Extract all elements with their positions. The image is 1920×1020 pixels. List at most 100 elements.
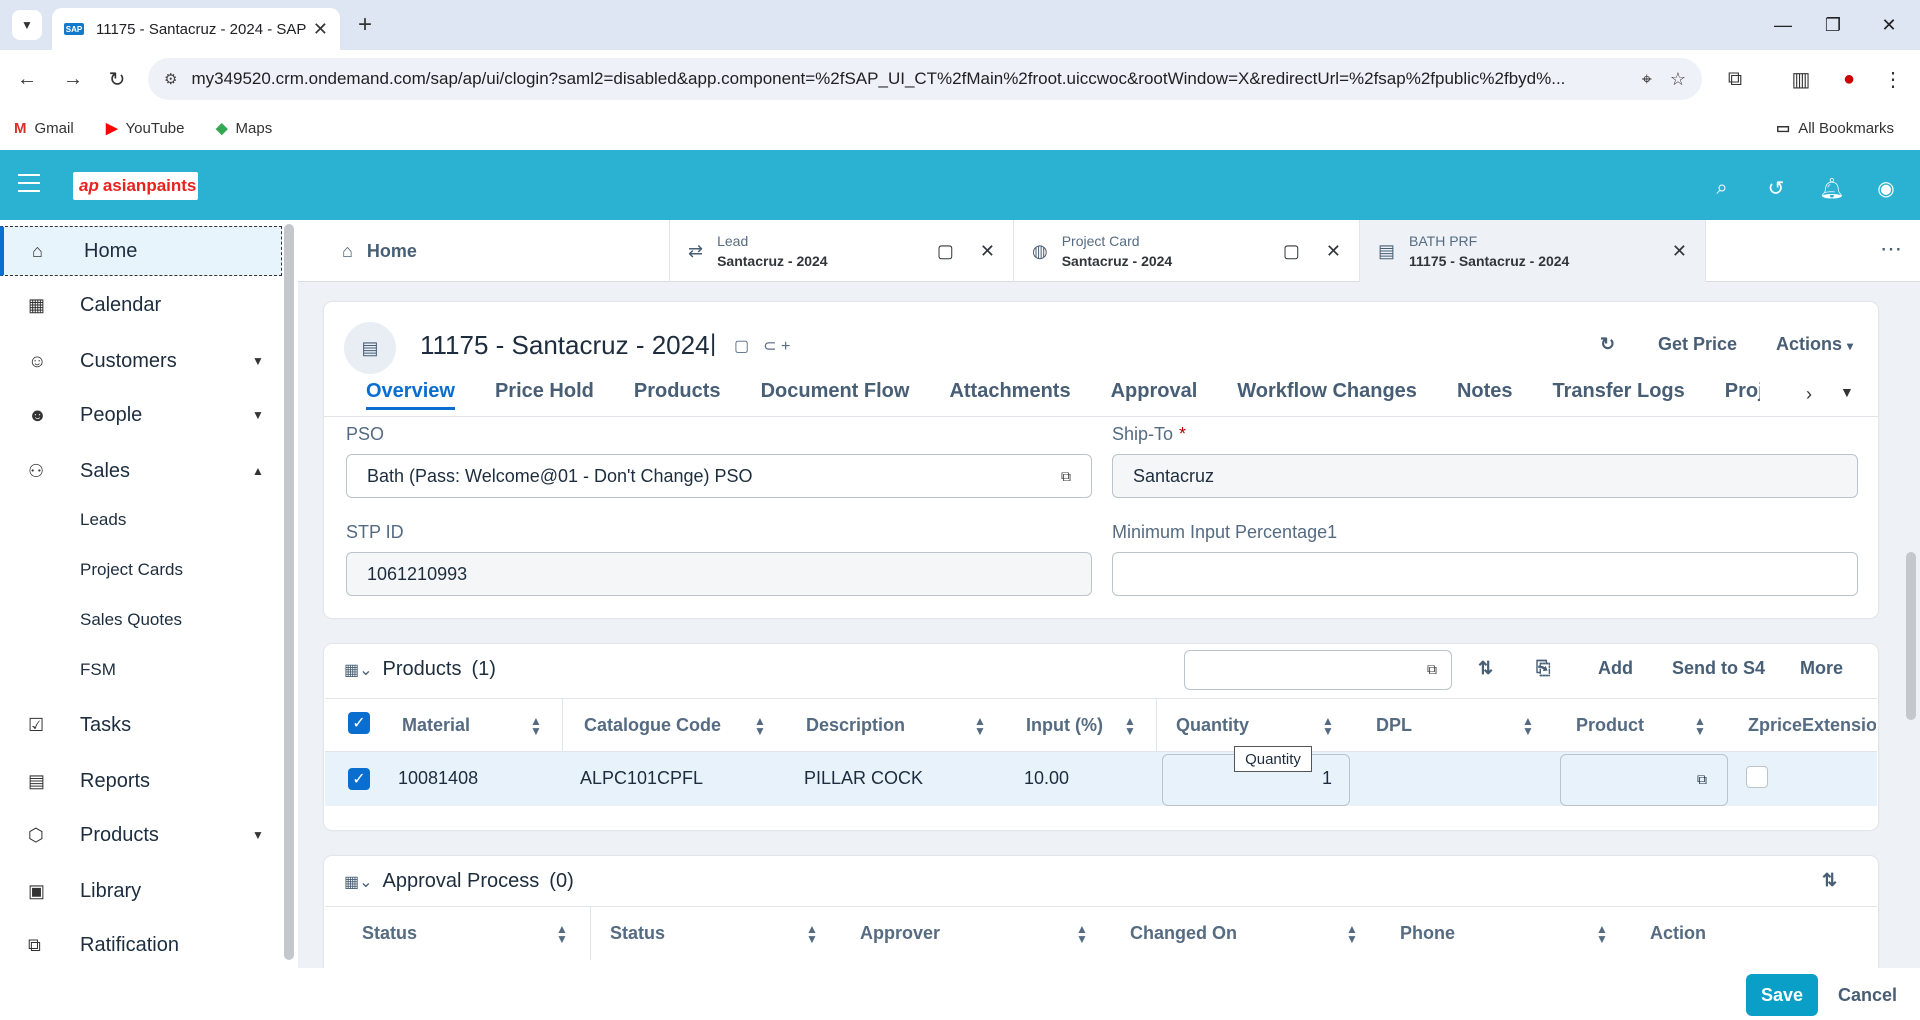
col-action[interactable]: Action	[1650, 906, 1706, 960]
sort-icon[interactable]: ⇅	[1478, 658, 1493, 679]
tab-products[interactable]: Products	[634, 380, 721, 410]
more-tabs-icon[interactable]: ⋯	[1880, 236, 1902, 262]
bookmark-star-icon[interactable]: ☆	[1670, 69, 1686, 90]
tab-document-flow[interactable]: Document Flow	[761, 380, 910, 410]
history-icon[interactable]: ↺	[1762, 174, 1790, 202]
chevron-down-icon[interactable]: ▼	[252, 354, 282, 368]
address-bar[interactable]: ⚙ my349520.crm.ondemand.com/sap/ap/ui/cl…	[148, 58, 1702, 100]
sort-icon[interactable]: ▲ ▼	[1124, 715, 1136, 737]
bookmark-gmail[interactable]: M Gmail	[14, 116, 74, 140]
sort-icon[interactable]: ▲ ▼	[530, 715, 542, 737]
worktab-home[interactable]: ⌂ Home	[324, 220, 670, 282]
worktab-lead[interactable]: ⇄ Lead Santacruz - 2024 ▢ ✕	[670, 220, 1014, 282]
tab-price-hold[interactable]: Price Hold	[495, 380, 594, 410]
col-changed-on[interactable]: Changed On	[1130, 906, 1237, 960]
worktab-bath-prf[interactable]: ▤ BATH PRF 11175 - Santacruz - 2024 ✕	[1360, 220, 1706, 282]
pso-field[interactable]: Bath (Pass: Welcome@01 - Don't Change) P…	[346, 454, 1092, 498]
minimize-icon[interactable]: —	[1760, 10, 1806, 40]
sidebar-item-reports[interactable]: ▤ Reports	[0, 756, 282, 806]
chevron-down-icon[interactable]: ▼	[252, 408, 282, 422]
reload-icon[interactable]: ↻	[102, 64, 132, 94]
user-profile-icon[interactable]: ◉	[1872, 174, 1900, 202]
row-checkbox[interactable]: ✓	[348, 768, 370, 790]
cancel-button[interactable]: Cancel	[1838, 974, 1897, 1016]
sidepanel-icon[interactable]: ▥	[1786, 64, 1816, 94]
close-tab-icon[interactable]: ✕	[313, 19, 328, 40]
extensions-icon[interactable]: ⧉	[1720, 64, 1750, 94]
restore-icon[interactable]: ❐	[1810, 10, 1856, 40]
sidebar-item-calendar[interactable]: ▦ Calendar	[0, 280, 282, 330]
chevron-down-icon[interactable]: ▼	[252, 828, 282, 842]
browser-menu-icon[interactable]: ⋮	[1878, 64, 1908, 94]
chat-icon[interactable]: ▢	[1283, 241, 1300, 262]
sidebar-item-sales[interactable]: ⚇ Sales ▲	[0, 446, 282, 496]
col-quantity[interactable]: Quantity	[1176, 698, 1249, 752]
col-catalogue-code[interactable]: Catalogue Code	[584, 698, 721, 752]
chat-icon[interactable]: ▢	[937, 241, 954, 262]
tab-notes[interactable]: Notes	[1457, 380, 1513, 410]
refresh-icon[interactable]: ↻	[1600, 334, 1615, 355]
send-to-s4-button[interactable]: Send to S4	[1672, 658, 1765, 679]
sidebar-sub-project-cards[interactable]: Project Cards	[80, 550, 183, 590]
sidebar-sub-leads[interactable]: Leads	[80, 500, 126, 540]
comment-icon[interactable]: ▢	[734, 336, 749, 356]
tab-attachments[interactable]: Attachments	[949, 380, 1070, 410]
back-icon[interactable]: ←	[12, 64, 42, 94]
chevron-up-icon[interactable]: ▲	[252, 464, 282, 478]
notifications-bell-icon[interactable]: 🔔︎	[1818, 174, 1846, 202]
sort-icon[interactable]: ▲ ▼	[974, 715, 986, 737]
get-price-button[interactable]: Get Price	[1658, 334, 1737, 355]
bookmark-maps[interactable]: ◆ Maps	[216, 116, 272, 140]
tab-workflow-changes[interactable]: Workflow Changes	[1237, 380, 1417, 410]
sidebar-scrollbar[interactable]	[284, 224, 294, 960]
save-button[interactable]: Save	[1746, 974, 1818, 1016]
sidebar-item-home[interactable]: ⌂ Home	[0, 226, 282, 276]
browser-tab[interactable]: SAP 11175 - Santacruz - 2024 - SAP ✕	[52, 8, 340, 50]
min-input-field[interactable]	[1112, 552, 1858, 596]
sort-icon[interactable]: ▲ ▼	[1522, 715, 1534, 737]
col-material[interactable]: Material	[402, 698, 470, 752]
profile-avatar-icon[interactable]: ●	[1834, 64, 1864, 94]
forward-icon[interactable]: →	[58, 64, 88, 94]
actions-button[interactable]: Actions ▾	[1776, 334, 1853, 355]
close-icon[interactable]: ✕	[1326, 241, 1341, 262]
col-product[interactable]: Product	[1576, 698, 1644, 752]
value-help-icon[interactable]: ⧉	[1061, 468, 1071, 485]
sidebar-item-people[interactable]: ☻ People ▼	[0, 390, 282, 440]
table-settings-icon[interactable]: ▦⌄	[344, 872, 373, 892]
sort-icon[interactable]: ▲ ▼	[1694, 715, 1706, 737]
sort-icon[interactable]: ▲ ▼	[1322, 715, 1334, 737]
close-icon[interactable]: ✕	[980, 241, 995, 262]
zprice-extension-checkbox[interactable]	[1746, 766, 1768, 788]
sidebar-item-products[interactable]: ⬡ Products ▼	[0, 810, 282, 860]
copy-icon[interactable]: ⎘	[1536, 658, 1550, 679]
site-settings-icon[interactable]: ⚙	[164, 70, 177, 88]
more-button[interactable]: More	[1800, 658, 1843, 679]
col-input-percent[interactable]: Input (%)	[1026, 698, 1103, 752]
sidebar-item-tasks[interactable]: ☑ Tasks	[0, 700, 282, 750]
bookmark-youtube[interactable]: ▶ YouTube	[106, 116, 185, 140]
table-settings-icon[interactable]: ▦⌄	[344, 660, 373, 680]
close-window-icon[interactable]: ✕	[1866, 10, 1912, 40]
content-scrollbar[interactable]	[1906, 552, 1916, 720]
col-approver[interactable]: Approver	[860, 906, 940, 960]
sort-icon[interactable]: ▲ ▼	[1596, 923, 1608, 945]
search-icon[interactable]: ⌕	[1708, 174, 1736, 202]
col-zprice-extension[interactable]: ZpriceExtension	[1748, 698, 1876, 752]
tab-overview[interactable]: Overview	[366, 380, 455, 410]
stp-id-field[interactable]: 1061210993	[346, 552, 1092, 596]
sort-icon[interactable]: ▲ ▼	[754, 715, 766, 737]
col-phone[interactable]: Phone	[1400, 906, 1455, 960]
sort-icon[interactable]: ▲ ▼	[806, 923, 818, 945]
sort-icon[interactable]: ▲ ▼	[1076, 923, 1088, 945]
chevron-right-icon[interactable]: ›	[1806, 384, 1812, 405]
col-dpl[interactable]: DPL	[1376, 698, 1412, 752]
sidebar-item-customers[interactable]: ☺ Customers ▼	[0, 336, 282, 386]
sidebar-item-library[interactable]: ▣ Library	[0, 866, 282, 916]
sidebar-sub-sales-quotes[interactable]: Sales Quotes	[80, 600, 182, 640]
new-tab-icon[interactable]: +	[350, 10, 380, 40]
products-search-input[interactable]: ⧉	[1184, 650, 1452, 690]
tab-approval[interactable]: Approval	[1111, 380, 1198, 410]
shipto-field[interactable]: Santacruz	[1112, 454, 1858, 498]
tag-add-icon[interactable]: ⊂ +	[763, 336, 790, 356]
